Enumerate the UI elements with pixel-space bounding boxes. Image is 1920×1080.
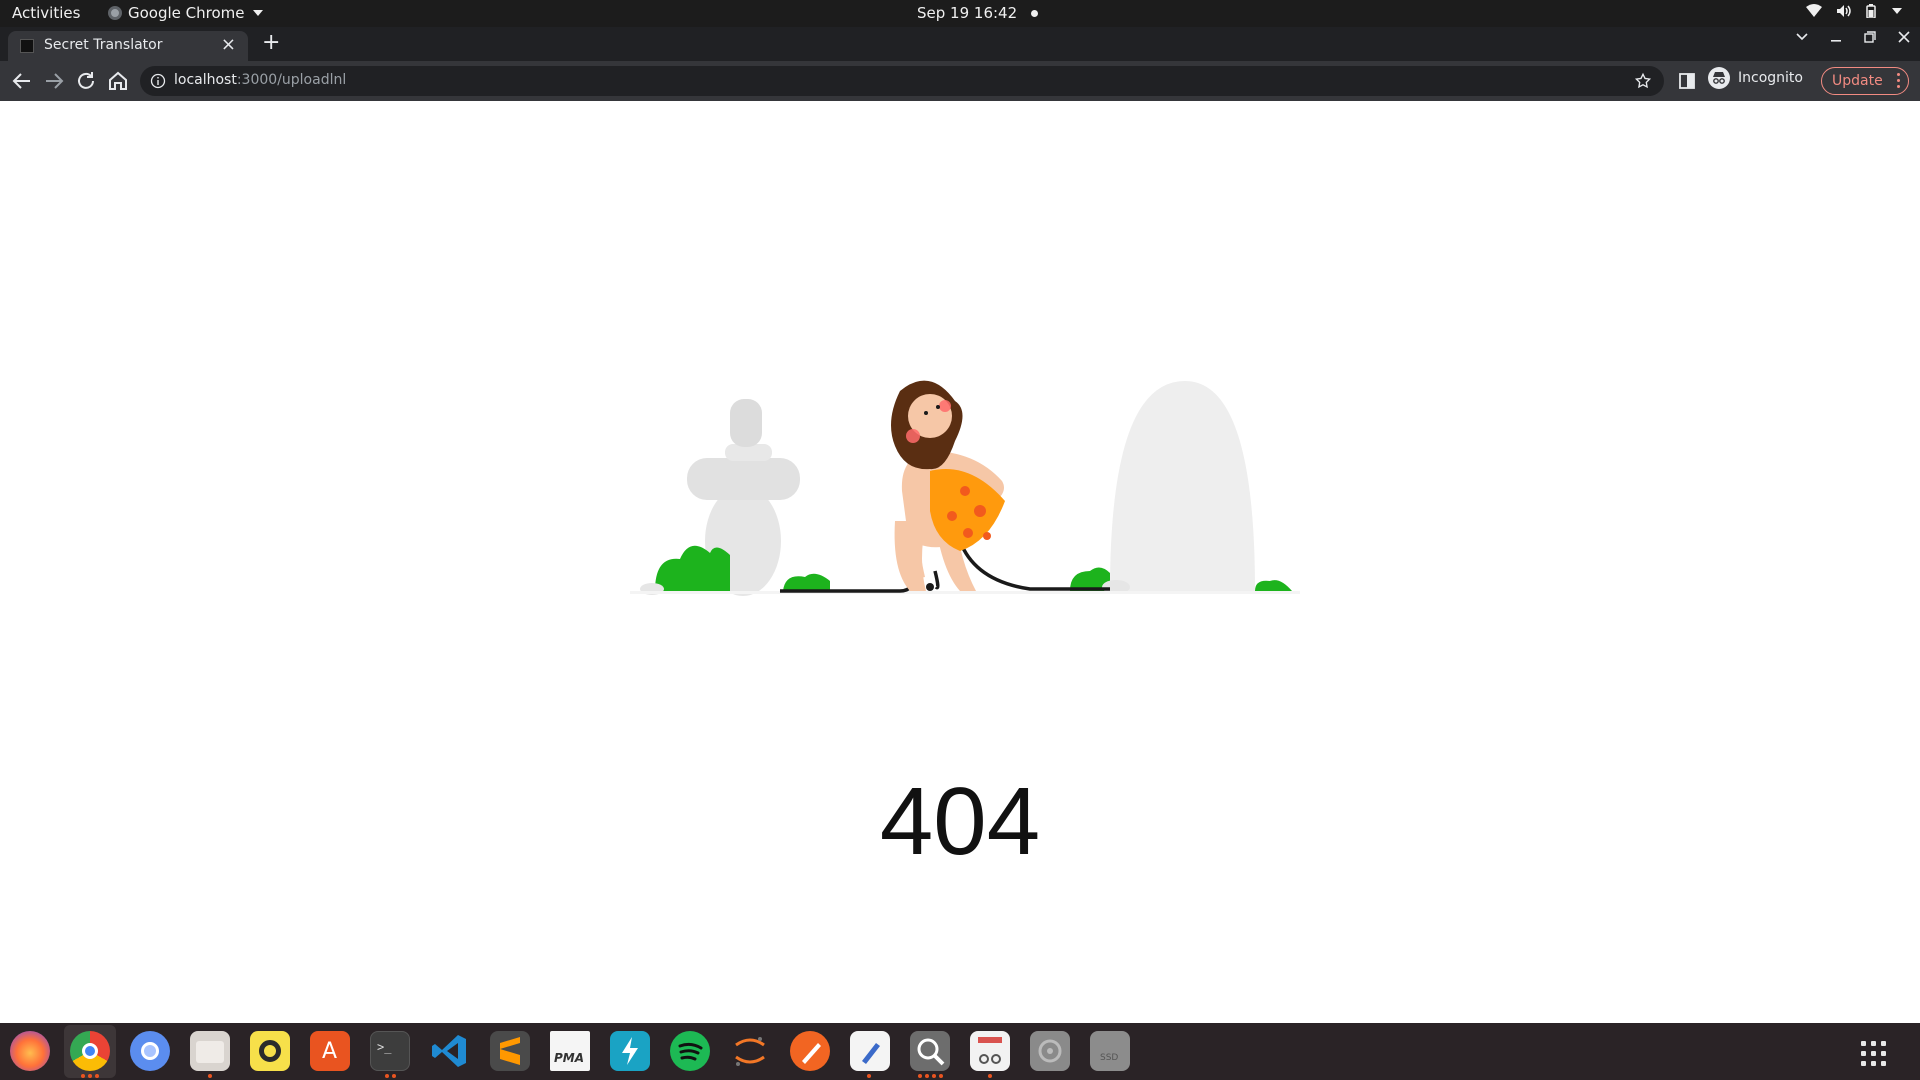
more-menu-icon[interactable]	[1897, 73, 1900, 88]
reload-icon[interactable]	[74, 69, 98, 93]
bush-far-right	[1255, 580, 1292, 591]
update-button[interactable]: Update	[1821, 67, 1909, 95]
app-center-icon[interactable]: A	[310, 1031, 350, 1071]
postman-icon[interactable]	[610, 1031, 650, 1071]
favicon-icon	[20, 39, 34, 53]
jupyter-icon[interactable]	[730, 1031, 770, 1071]
caret-down-icon	[252, 10, 263, 16]
error-code: 404	[879, 768, 1041, 875]
phpmyadmin-icon[interactable]: PMA	[550, 1031, 590, 1071]
url-path: :3000/uploadlnl	[236, 72, 347, 88]
home-icon[interactable]	[106, 69, 130, 93]
page-content: 404	[0, 101, 1920, 1023]
tab-close-icon[interactable]: ×	[221, 34, 236, 55]
url-host: localhost	[174, 72, 237, 88]
browser-toolbar: localhost:3000/uploadlnl Incognito Updat…	[0, 61, 1920, 101]
app-menu[interactable]: Google Chrome	[108, 4, 263, 22]
firefox-icon[interactable]	[10, 1031, 50, 1071]
document-viewer-icon[interactable]	[970, 1031, 1010, 1071]
side-panel-icon[interactable]	[1678, 72, 1696, 90]
bush-mid	[783, 573, 830, 591]
incognito-icon	[1708, 67, 1730, 89]
caveman-unplugged-illustration	[630, 380, 1300, 596]
sublime-text-icon[interactable]	[490, 1031, 530, 1071]
text-editor-icon[interactable]	[850, 1031, 890, 1071]
system-tray[interactable]	[1806, 4, 1902, 18]
bookmark-star-icon[interactable]	[1634, 72, 1652, 90]
show-apps-icon[interactable]	[1861, 1041, 1886, 1066]
dock: A >_ PMA SSD	[0, 1023, 1920, 1080]
wifi-icon	[1806, 4, 1822, 17]
battery-icon	[1866, 4, 1876, 18]
ssd-icon[interactable]: SSD	[1090, 1031, 1130, 1071]
restore-icon[interactable]	[1864, 31, 1876, 43]
inkscape-icon[interactable]	[790, 1031, 830, 1071]
spotify-icon[interactable]	[670, 1031, 710, 1071]
system-top-bar: Activities Google Chrome Sep 19 16:42	[0, 0, 1920, 27]
caveman	[891, 380, 1005, 591]
clock-datetime: Sep 19 16:42	[917, 4, 1018, 22]
tab-secret-translator[interactable]: Secret Translator ×	[8, 31, 248, 61]
activities-button[interactable]: Activities	[12, 4, 80, 22]
forward-arrow-icon[interactable]	[42, 69, 66, 93]
bush-left	[655, 545, 730, 591]
tab-search-chevron-icon[interactable]	[1796, 33, 1808, 41]
tall-rock	[1110, 381, 1255, 591]
tab-strip: Secret Translator × +	[0, 27, 1920, 61]
ssd-label: SSD	[1100, 1053, 1119, 1063]
vscode-icon[interactable]	[430, 1031, 470, 1071]
url-text[interactable]: localhost:3000/uploadlnl	[174, 72, 346, 88]
terminal-icon[interactable]: >_	[370, 1031, 410, 1071]
notification-dot-icon	[1031, 9, 1039, 17]
update-label: Update	[1832, 73, 1883, 89]
back-arrow-icon[interactable]	[10, 69, 34, 93]
new-tab-button[interactable]: +	[262, 30, 280, 55]
minimize-icon[interactable]	[1830, 31, 1842, 43]
window-controls	[1796, 31, 1910, 43]
site-info-icon[interactable]	[150, 73, 166, 89]
tray-caret-down-icon	[1892, 8, 1902, 14]
address-bar[interactable]: localhost:3000/uploadlnl	[140, 66, 1664, 96]
volume-icon	[1837, 5, 1851, 17]
clock[interactable]: Sep 19 16:42	[917, 4, 1039, 22]
close-window-icon[interactable]	[1898, 31, 1910, 43]
incognito-label: Incognito	[1738, 70, 1803, 86]
chromium-icon[interactable]	[130, 1031, 170, 1071]
tab-title: Secret Translator	[44, 37, 163, 53]
rhythmbox-icon[interactable]	[250, 1031, 290, 1071]
app-menu-label: Google Chrome	[128, 4, 245, 22]
phpmyadmin-label: PMA	[554, 1051, 585, 1065]
files-icon[interactable]	[190, 1031, 230, 1071]
disks-icon[interactable]	[1030, 1031, 1070, 1071]
chrome-mini-icon	[108, 6, 122, 20]
image-viewer-icon[interactable]	[910, 1031, 950, 1071]
chrome-icon[interactable]	[70, 1031, 110, 1071]
incognito-profile[interactable]: Incognito	[1708, 67, 1803, 89]
